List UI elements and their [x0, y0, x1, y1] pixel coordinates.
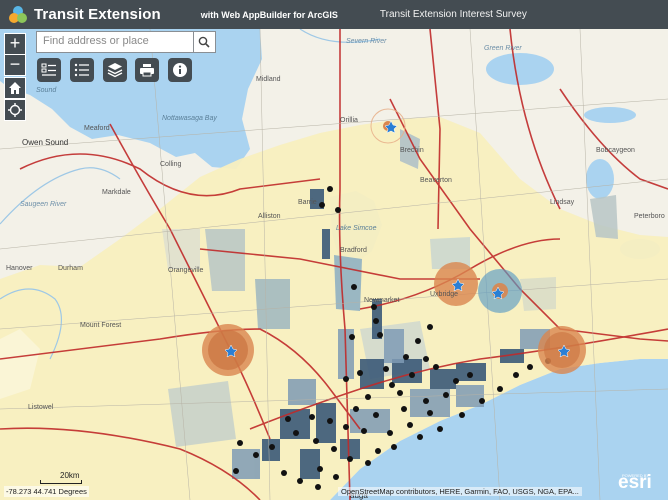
map-label: Durham [58, 265, 83, 272]
search-input[interactable] [37, 32, 193, 50]
legend-icon [41, 63, 56, 76]
map-label: Bradford [340, 247, 367, 254]
map-canvas[interactable] [0, 29, 668, 500]
search-button[interactable] [192, 32, 215, 52]
map-view[interactable]: Owen Sound Meaford Colling Markdale Hano… [0, 29, 668, 500]
info-icon [173, 63, 187, 77]
coordinate-readout: -78.273 44.741 Degrees [4, 486, 89, 497]
zoom-out-button[interactable]: − [4, 54, 26, 76]
map-label: Colling [160, 161, 182, 168]
legend-button[interactable] [37, 58, 61, 82]
map-label: Sound [36, 87, 57, 94]
map-label: Bobcaygeon [596, 147, 635, 154]
print-button[interactable] [135, 58, 159, 82]
print-icon [140, 64, 154, 77]
map-label: Midland [256, 76, 281, 83]
locate-icon [8, 103, 22, 117]
list-icon [74, 63, 89, 77]
map-label: Beaverton [420, 177, 452, 184]
map-label: Orillia [340, 117, 358, 124]
app-title: Transit Extension [34, 6, 161, 23]
map-label: Uxbridge [430, 291, 459, 298]
map-label: Nottawasaga Bay [162, 115, 217, 122]
home-icon [9, 82, 21, 94]
zoom-in-button[interactable]: + [4, 33, 26, 55]
map-label: Meaford [84, 125, 110, 132]
survey-link[interactable]: Transit Extension Interest Survey [380, 9, 527, 20]
map-label: Alliston [258, 213, 281, 220]
basemap-gallery-button[interactable] [103, 58, 127, 82]
map-label: Green River [484, 45, 522, 52]
app-header: Transit Extension with Web AppBuilder fo… [0, 0, 668, 29]
search-box [36, 31, 216, 53]
map-label: Saugeen River [20, 201, 67, 208]
locate-button[interactable] [4, 99, 26, 121]
map-label: Markdale [102, 189, 131, 196]
map-label: Newmarket [364, 297, 400, 304]
layers-icon [107, 63, 123, 78]
map-label: Hanover [6, 265, 33, 272]
map-label: Owen Sound [22, 138, 69, 147]
about-button[interactable] [168, 58, 192, 82]
map-label: Peterboro [634, 213, 665, 220]
map-label: Brechin [400, 147, 424, 154]
app-subtitle: with Web AppBuilder for ArcGIS [200, 9, 338, 20]
scale-label: 20km [60, 471, 80, 480]
map-label: Lindsay [550, 199, 575, 206]
layer-list-button[interactable] [70, 58, 94, 82]
map-label: Severn River [346, 38, 387, 45]
home-button[interactable] [4, 77, 26, 99]
map-label: Listowel [28, 404, 54, 411]
map-label: Barrie [298, 199, 317, 206]
map-attribution: OpenStreetMap contributors, HERE, Garmin… [338, 487, 582, 496]
map-label: Mount Forest [80, 322, 122, 329]
map-label: Lake Simcoe [336, 225, 377, 232]
esri-logo: esri [618, 472, 652, 493]
app-logo-icon [9, 5, 27, 23]
scale-bar [40, 480, 82, 484]
search-icon [199, 36, 211, 48]
map-label: Orangeville [168, 267, 204, 274]
